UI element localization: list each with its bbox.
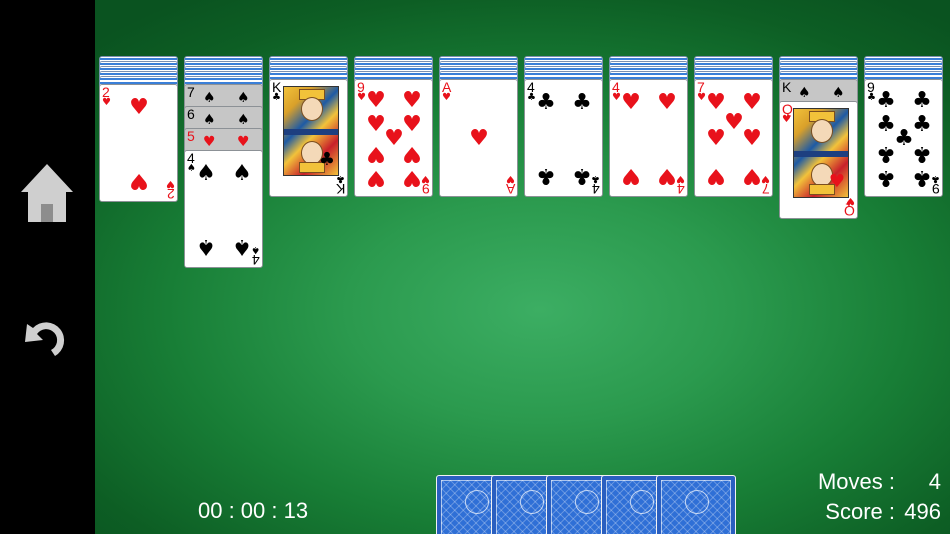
- card-suit-pip: ♥: [469, 126, 489, 151]
- card-suit-pip: ♥: [203, 134, 216, 150]
- card-suit-pip: ♠: [232, 161, 252, 186]
- card-suit-pip: ♠: [203, 90, 216, 106]
- card-corner-suit: ♥: [102, 97, 111, 108]
- card-suit-pip: ♥: [706, 126, 726, 151]
- card-back-emblem: [685, 490, 709, 514]
- card-suit-pip: ♥: [129, 95, 149, 120]
- card-corner-suit: ♣: [272, 92, 281, 103]
- card-suit-pip: ♥: [366, 141, 386, 166]
- playing-card[interactable]: 7 ♥ 7 ♥ ♥ ♥ ♥ ♥ ♥ ♥ ♥: [694, 79, 773, 197]
- card-suit-pip: ♠: [798, 85, 811, 101]
- card-suit-pip: ♣: [912, 165, 932, 190]
- card-back-emblem: [520, 490, 544, 514]
- playing-card[interactable]: 2 ♥ 2 ♥ ♥ ♥: [99, 84, 178, 202]
- court-card-art: ♥: [793, 108, 849, 198]
- card-suit-pip: ♣: [876, 88, 896, 113]
- card-suit-pip: ♣: [536, 163, 556, 188]
- moves-value: 4: [928, 469, 941, 494]
- card-suit-pip: ♥: [742, 126, 762, 151]
- game-table: 2 ♥ 2 ♥ ♥ ♥ 7 ♠ ♠ 6 ♠ ♠ 5 ♥ ♥ 4 ♠ 4 ♠ ♠ ♠ ♠ ♠ K ♣ K ♣ ♣ 9 ♥ 9 ♥ ♥ ♥ ♥ ♥ ♥ ♥ ♥ ♥…: [95, 0, 950, 534]
- card-suit-pip: ♥: [621, 90, 641, 115]
- card-suit-pip: ♣: [876, 165, 896, 190]
- playing-card[interactable]: 9 ♥ 9 ♥ ♥ ♥ ♥ ♥ ♥ ♥ ♥ ♥ ♥: [354, 79, 433, 197]
- card-suit-pip: ♥: [657, 90, 677, 115]
- card-corner-suit: ♥: [782, 114, 791, 125]
- card-suit-pip: ♥: [742, 90, 762, 115]
- score-stat: Score : 496: [780, 498, 941, 526]
- card-suit-pip: ♣: [572, 90, 592, 115]
- undo-icon: [25, 322, 65, 356]
- tableau-column[interactable]: 4 ♥ 4 ♥ ♥ ♥ ♥ ♥: [609, 56, 690, 456]
- home-button[interactable]: [17, 160, 77, 224]
- playing-card[interactable]: Q ♥ Q ♥ ♥: [779, 101, 858, 219]
- stock-card[interactable]: [656, 475, 736, 534]
- card-suit-pip: ♠: [196, 234, 216, 259]
- card-back-emblem: [465, 490, 489, 514]
- card-suit-pip: ♠: [237, 112, 250, 128]
- card-suit-pip: ♣: [572, 163, 592, 188]
- card-suit-pip: ♥: [657, 163, 677, 188]
- tableau-column[interactable]: 2 ♥ 2 ♥ ♥ ♥: [99, 56, 180, 456]
- robe-art: [794, 151, 848, 157]
- card-back-emblem: [575, 490, 599, 514]
- card-corner-suit: ♥: [442, 92, 451, 103]
- card-suit-pip: ♣: [912, 141, 932, 166]
- moves-label: Moves :: [817, 469, 895, 494]
- card-suit-pip: ♥: [742, 163, 762, 188]
- card-rank: 5: [187, 128, 195, 144]
- card-rank: 6: [187, 106, 195, 122]
- tableau-column[interactable]: 4 ♣ 4 ♣ ♣ ♣ ♣ ♣: [524, 56, 605, 456]
- card-suit-pip: ♠: [832, 85, 845, 101]
- playing-card[interactable]: 9 ♣ 9 ♣ ♣ ♣ ♣ ♣ ♣ ♣ ♣ ♣ ♣: [864, 79, 943, 197]
- tableau-column[interactable]: K ♠ ♠ Q ♥ Q ♥ ♥: [779, 56, 860, 456]
- card-suit-pip: ♥: [402, 88, 422, 113]
- card-suit-pip: ♠: [232, 234, 252, 259]
- sidebar: [0, 0, 95, 534]
- tableau-column[interactable]: 7 ♠ ♠ 6 ♠ ♠ 5 ♥ ♥ 4 ♠ 4 ♠ ♠ ♠ ♠ ♠: [184, 56, 265, 456]
- card-suit-pip: ♥: [366, 88, 386, 113]
- card-suit-pip: ♥: [706, 163, 726, 188]
- undo-button[interactable]: [17, 306, 77, 370]
- card-rank: 7: [187, 84, 195, 100]
- tableau-column[interactable]: A ♥ A ♥ ♥: [439, 56, 520, 456]
- playing-card[interactable]: A ♥ A ♥ ♥: [439, 79, 518, 197]
- score-label: Score :: [825, 499, 895, 524]
- tableau-column[interactable]: 7 ♥ 7 ♥ ♥ ♥ ♥ ♥ ♥ ♥ ♥: [694, 56, 775, 456]
- card-suit-pip: ♥: [129, 168, 149, 193]
- tableau-column[interactable]: 9 ♣ 9 ♣ ♣ ♣ ♣ ♣ ♣ ♣ ♣ ♣ ♣: [864, 56, 945, 456]
- playing-card[interactable]: 4 ♥ 4 ♥ ♥ ♥ ♥ ♥: [609, 79, 688, 197]
- card-suit-pip: ♥: [366, 165, 386, 190]
- card-suit-pip: ♣: [876, 141, 896, 166]
- portrait-art: [301, 97, 323, 121]
- card-suit-pip: ♥: [237, 134, 250, 150]
- card-suit-pip: ♠: [203, 112, 216, 128]
- card-suit-pip: ♣: [536, 90, 556, 115]
- card-suit-pip: ♥: [402, 165, 422, 190]
- court-card-art: ♣: [283, 86, 339, 176]
- card-suit-pip: ♣: [912, 88, 932, 113]
- playing-card[interactable]: 4 ♠ 4 ♠ ♠ ♠ ♠ ♠: [184, 150, 263, 268]
- tableau-column[interactable]: K ♣ K ♣ ♣: [269, 56, 350, 456]
- robe-art: [284, 129, 338, 135]
- home-icon: [21, 164, 73, 222]
- card-suit-pip: ♥: [402, 141, 422, 166]
- playing-card[interactable]: K ♣ K ♣ ♣: [269, 79, 348, 197]
- score-value: 496: [904, 499, 941, 524]
- moves-stat: Moves : 4: [780, 468, 941, 496]
- playing-card[interactable]: 4 ♣ 4 ♣ ♣ ♣ ♣ ♣: [524, 79, 603, 197]
- card-suit-pip: ♥: [621, 163, 641, 188]
- card-corner-suit: ♥: [166, 178, 175, 189]
- timer: 00 : 00 : 13: [198, 498, 309, 523]
- portrait-art: [811, 119, 833, 143]
- card-suit-pip: ♠: [196, 161, 216, 186]
- card-corner-suit: ♥: [506, 173, 515, 184]
- card-suit-pip: ♠: [237, 90, 250, 106]
- stock-pile[interactable]: [436, 475, 736, 534]
- card-back-emblem: [630, 490, 654, 514]
- tableau-column[interactable]: 9 ♥ 9 ♥ ♥ ♥ ♥ ♥ ♥ ♥ ♥ ♥ ♥: [354, 56, 435, 456]
- card-suit-pip: ♣: [318, 149, 336, 170]
- card-rank: K: [782, 79, 792, 95]
- card-suit-pip: ♥: [828, 171, 846, 192]
